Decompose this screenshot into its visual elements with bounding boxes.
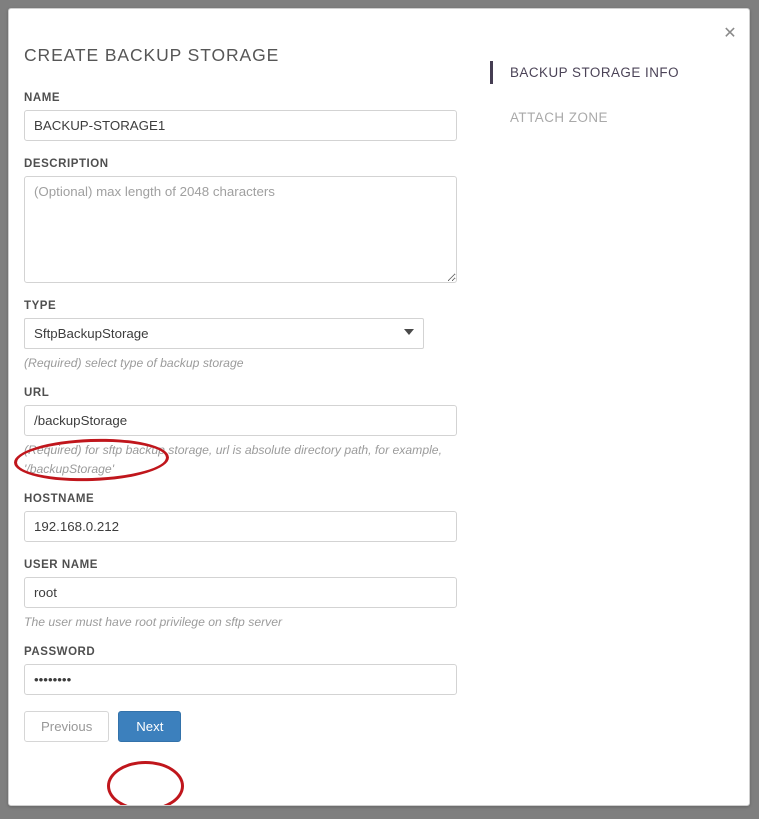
username-input[interactable]	[24, 577, 457, 608]
close-icon[interactable]: ✕	[719, 22, 741, 44]
type-help-text: (Required) select type of backup storage	[24, 356, 244, 370]
username-help-text: The user must have root privilege on sft…	[24, 615, 283, 629]
field-username: USER NAME The user must have root privil…	[24, 559, 469, 632]
url-help-text: (Required) for sftp backup storage, url …	[24, 443, 442, 476]
field-type: TYPE SftpBackupStorage (Required) select…	[24, 300, 469, 373]
password-input[interactable]	[24, 664, 457, 695]
field-password: PASSWORD	[24, 646, 469, 695]
dialog-button-row: Previous Next	[24, 711, 469, 742]
type-select-wrap: SftpBackupStorage	[24, 318, 424, 349]
name-input[interactable]	[24, 110, 457, 141]
step-attach-zone[interactable]: ATTACH ZONE	[490, 106, 740, 129]
field-url: URL (Required) for sftp backup storage, …	[24, 387, 469, 479]
form-column: CREATE BACKUP STORAGE NAME DESCRIPTION T…	[17, 9, 469, 742]
username-label: USER NAME	[24, 559, 98, 571]
hostname-label: HOSTNAME	[24, 493, 95, 505]
screen-backdrop: ✕ CREATE BACKUP STORAGE NAME DESCRIPTION…	[0, 0, 759, 819]
description-textarea[interactable]	[24, 176, 457, 283]
url-input[interactable]	[24, 405, 457, 436]
field-name: NAME	[24, 92, 469, 141]
type-label: TYPE	[24, 300, 57, 312]
next-button-highlight-ellipse	[107, 761, 184, 805]
step-backup-storage-info[interactable]: BACKUP STORAGE INFO	[490, 61, 740, 84]
type-select[interactable]: SftpBackupStorage	[24, 318, 424, 349]
url-label: URL	[24, 387, 50, 399]
hostname-input[interactable]	[24, 511, 457, 542]
create-backup-storage-dialog: ✕ CREATE BACKUP STORAGE NAME DESCRIPTION…	[8, 8, 750, 806]
name-label: NAME	[24, 92, 61, 104]
previous-button[interactable]: Previous	[24, 711, 110, 742]
dialog-title: CREATE BACKUP STORAGE	[24, 45, 280, 65]
description-label: DESCRIPTION	[24, 158, 109, 170]
password-label: PASSWORD	[24, 646, 96, 658]
next-button[interactable]: Next	[118, 711, 182, 742]
field-hostname: HOSTNAME	[24, 493, 469, 542]
field-description: DESCRIPTION	[24, 158, 469, 283]
step-navigation: BACKUP STORAGE INFO ATTACH ZONE	[490, 61, 740, 151]
